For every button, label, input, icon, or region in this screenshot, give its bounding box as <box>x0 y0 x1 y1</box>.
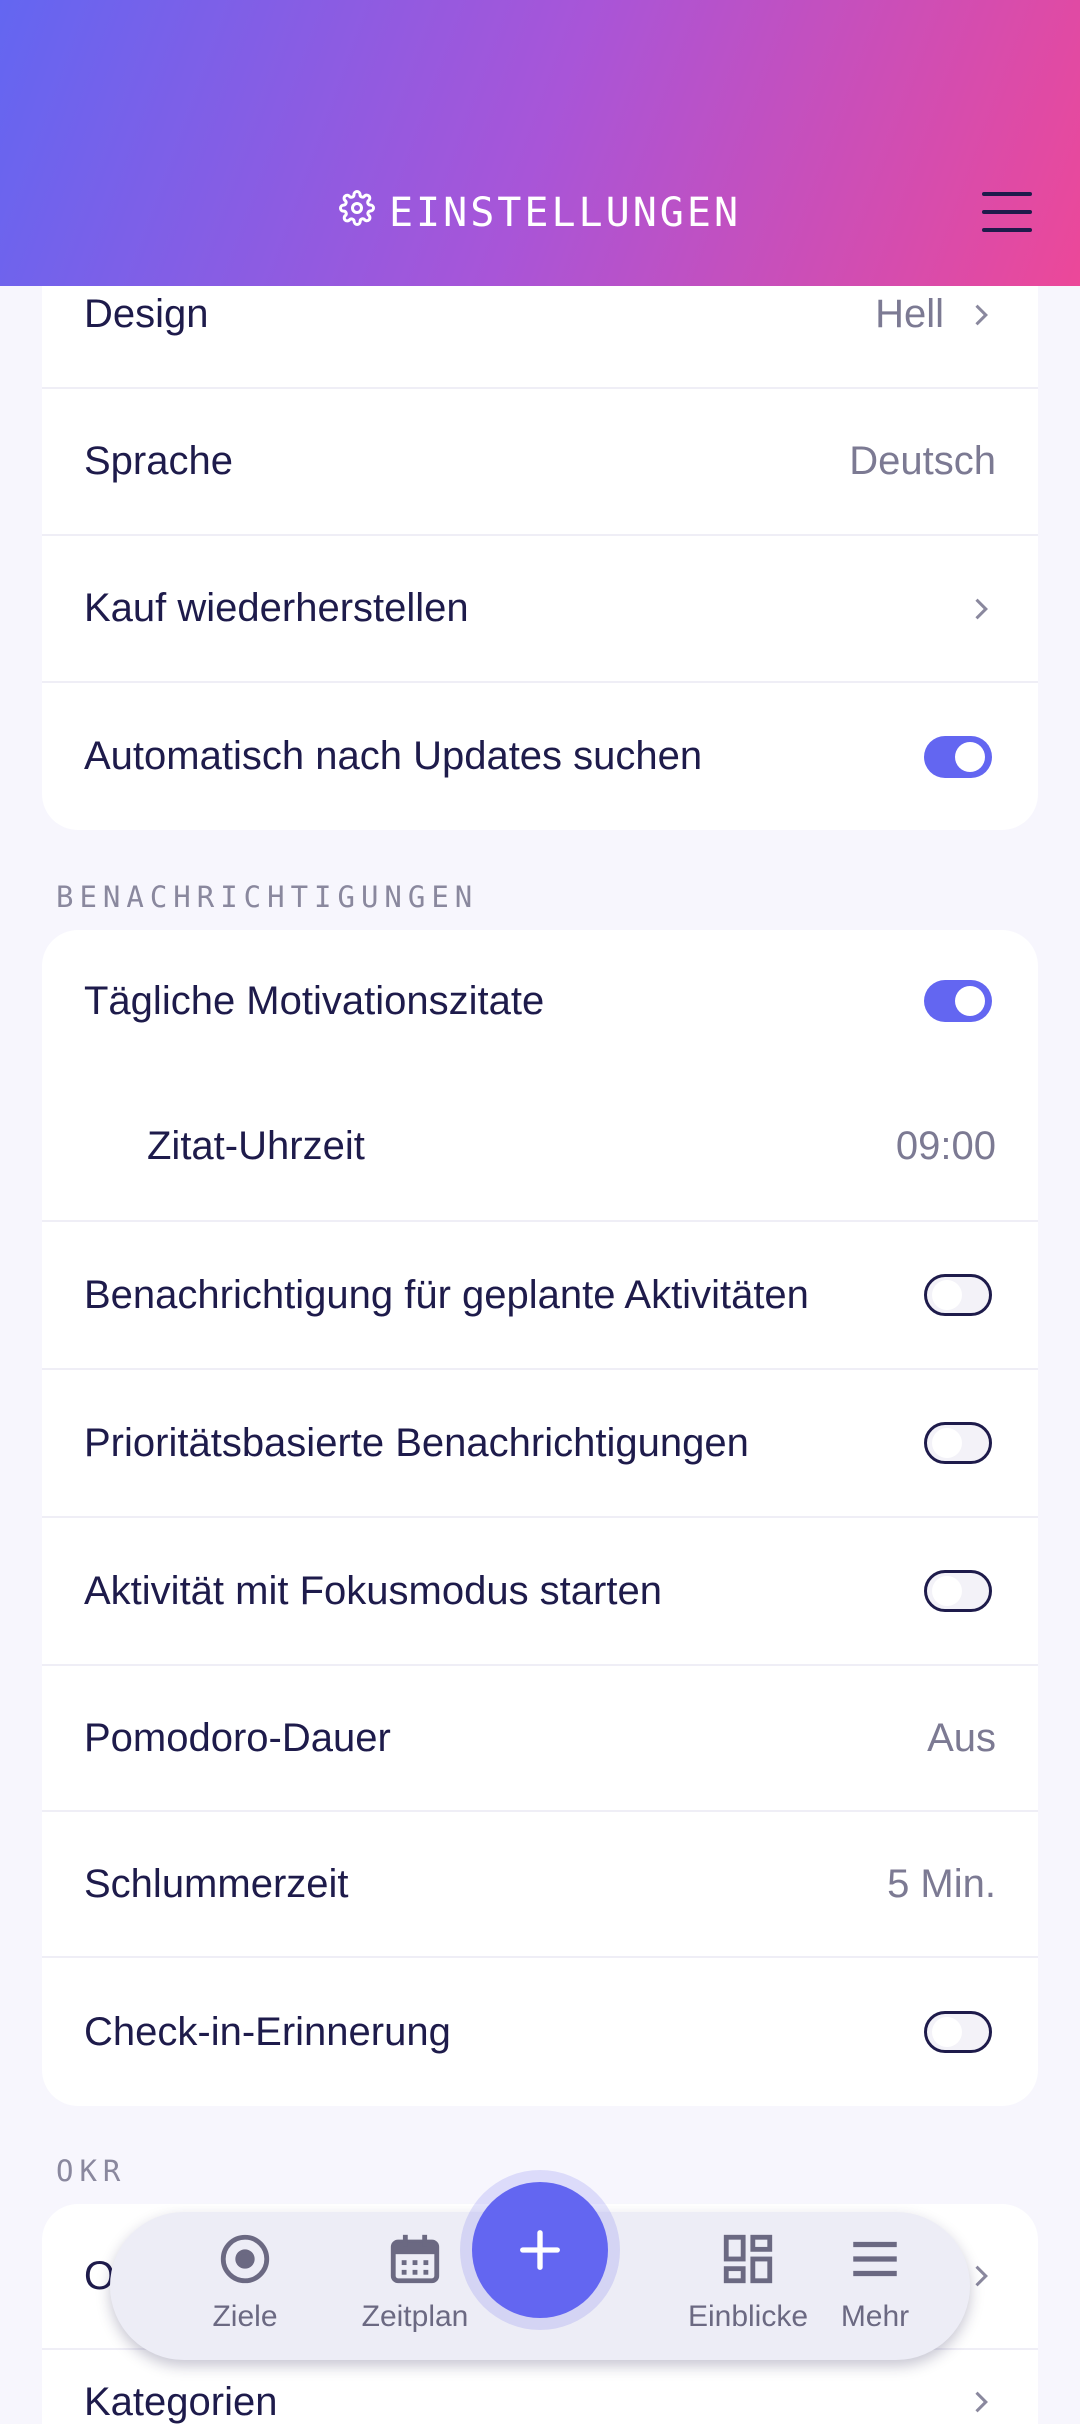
auto-update-row: Automatisch nach Updates suchen <box>42 683 1038 830</box>
notifications-card: Tägliche Motivationszitate Zitat-Uhrzeit… <box>42 930 1038 2106</box>
scheduled-activity-notification-toggle[interactable] <box>924 1274 992 1316</box>
restore-purchase-label: Kauf wiederherstellen <box>84 586 469 630</box>
pomodoro-duration-value: Aus <box>927 1715 996 1760</box>
page-title: EINSTELLUNGEN <box>388 190 742 236</box>
scheduled-activity-notification-label: Benachrichtigung für geplante Aktivitäte… <box>84 1272 809 1317</box>
snooze-time-row[interactable]: Schlummerzeit 5 Min. <box>42 1812 1038 1958</box>
add-button[interactable] <box>472 2182 608 2318</box>
quote-time-label: Zitat-Uhrzeit <box>147 1123 365 1168</box>
design-label: Design <box>84 292 209 336</box>
check-in-reminder-toggle[interactable] <box>924 2011 992 2053</box>
focus-mode-label: Aktivität mit Fokusmodus starten <box>84 1568 662 1613</box>
focus-mode-toggle[interactable] <box>924 1570 992 1612</box>
general-settings-card: Design Hell Sprache Deutsch Kauf wiederh… <box>42 242 1038 830</box>
calendar-icon <box>390 2234 440 2284</box>
language-label: Sprache <box>84 439 233 483</box>
page-title-wrapper: EINSTELLUNGEN <box>0 190 1080 236</box>
notifications-section-title: BENACHRICHTIGUNGEN <box>56 880 479 914</box>
priority-notifications-label: Prioritätsbasierte Benachrichtigungen <box>84 1420 749 1465</box>
chevron-right-icon <box>975 2391 988 2413</box>
focus-mode-row: Aktivität mit Fokusmodus starten <box>42 1518 1038 1666</box>
pomodoro-duration-row[interactable]: Pomodoro-Dauer Aus <box>42 1666 1038 1812</box>
daily-quotes-label: Tägliche Motivationszitate <box>84 978 545 1023</box>
app-header: EINSTELLUNGEN <box>0 0 1080 286</box>
nav-label-schedule: Zeitplan <box>361 2300 469 2333</box>
nav-label-more: Mehr <box>840 2300 910 2333</box>
quote-time-value: 09:00 <box>895 1123 996 1168</box>
okr-row-categories-label: Kategorien <box>84 2380 278 2424</box>
gear-icon <box>339 190 375 236</box>
okr-row-categories[interactable]: Kategorien <box>42 2350 1038 2424</box>
chevron-right-icon <box>975 304 988 325</box>
snooze-time-label: Schlummerzeit <box>84 1861 349 1906</box>
chevron-right-icon <box>975 2265 988 2287</box>
nav-item-goals[interactable]: Ziele <box>175 2230 315 2334</box>
check-in-reminder-label: Check-in-Erinnerung <box>84 2009 451 2054</box>
plus-icon <box>520 2230 560 2270</box>
nav-label-goals: Ziele <box>212 2300 278 2333</box>
chevron-right-icon <box>975 598 988 619</box>
auto-update-toggle[interactable] <box>924 735 992 778</box>
nav-item-more[interactable]: Mehr <box>805 2230 945 2334</box>
target-icon <box>220 2234 270 2284</box>
menu-icon <box>853 2241 897 2277</box>
language-row[interactable]: Sprache Deutsch <box>42 389 1038 536</box>
design-value: Hell <box>875 292 944 336</box>
pomodoro-duration-label: Pomodoro-Dauer <box>84 1715 391 1760</box>
snooze-time-value: 5 Min. <box>887 1861 996 1906</box>
okr-section-title: OKR <box>56 2154 127 2188</box>
scheduled-activity-notification-row: Benachrichtigung für geplante Aktivitäte… <box>42 1222 1038 1370</box>
restore-purchase-row[interactable]: Kauf wiederherstellen <box>42 536 1038 683</box>
daily-quotes-row: Tägliche Motivationszitate <box>42 930 1038 1072</box>
hamburger-menu-icon[interactable] <box>982 192 1032 232</box>
nav-label-insights: Einblicke <box>687 2300 809 2333</box>
priority-notifications-row: Prioritätsbasierte Benachrichtigungen <box>42 1370 1038 1518</box>
language-value: Deutsch <box>849 439 996 483</box>
priority-notifications-toggle[interactable] <box>924 1422 992 1464</box>
quote-time-row[interactable]: Zitat-Uhrzeit 09:00 <box>42 1072 1038 1222</box>
check-in-reminder-row: Check-in-Erinnerung <box>42 1958 1038 2106</box>
auto-update-label: Automatisch nach Updates suchen <box>84 734 703 778</box>
dashboard-icon <box>723 2234 773 2284</box>
daily-quotes-toggle[interactable] <box>924 980 992 1022</box>
nav-item-schedule[interactable]: Zeitplan <box>345 2230 485 2334</box>
nav-item-insights[interactable]: Einblicke <box>678 2230 818 2334</box>
